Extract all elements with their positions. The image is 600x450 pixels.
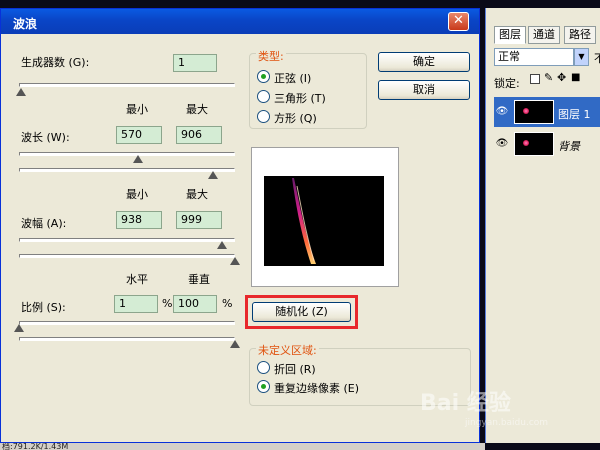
scale-v-input[interactable]: 100 — [173, 295, 217, 313]
layer-name: 图层 1 — [558, 108, 591, 121]
amplitude-min-input[interactable]: 938 — [116, 211, 162, 229]
dialog-title: 波浪 — [13, 17, 38, 31]
layers-panel: 图层 通道 路径 正常 ▼ 不 锁定: ✎ ✥ ■ 👁 图层 1 👁 背景 — [485, 8, 600, 443]
scale-v-unit: % — [222, 297, 233, 310]
eye-icon[interactable]: 👁 — [494, 129, 510, 159]
scale-h-slider-track[interactable] — [19, 321, 235, 325]
tab-channels[interactable]: 通道 — [528, 26, 560, 44]
tab-paths[interactable]: 路径 — [564, 26, 596, 44]
scale-label: 比例 (S): — [21, 301, 66, 314]
chevron-down-icon[interactable]: ▼ — [574, 48, 589, 66]
wavelength-min-slider-thumb[interactable] — [133, 155, 143, 163]
preview-image[interactable] — [264, 176, 384, 266]
radio-triangle[interactable] — [257, 90, 270, 103]
generators-input[interactable]: 1 — [173, 54, 217, 72]
wave-dialog: 波浪 ✕ 生成器数 (G): 1 最小 最大 波长 (W): 570 906 最… — [0, 8, 480, 443]
brush-icon[interactable]: ✎ — [544, 71, 553, 84]
amplitude-label: 波幅 (A): — [21, 217, 67, 230]
undefined-areas-title: 未定义区域: — [256, 342, 319, 358]
radio-wrap-around[interactable] — [257, 361, 270, 374]
tab-layers[interactable]: 图层 — [494, 26, 526, 44]
scale-h-unit: % — [162, 297, 173, 310]
undefined-option-repeat-label: 重复边缘像素 (E) — [274, 382, 360, 395]
wavelength-max-slider-thumb[interactable] — [208, 171, 218, 179]
generators-slider-track[interactable] — [19, 83, 235, 87]
radio-sine[interactable] — [257, 70, 270, 83]
wavelength-min-slider-track[interactable] — [19, 152, 235, 156]
layer-name: 背景 — [558, 140, 580, 153]
watermark-subtext: jingyan.baidu.com — [465, 418, 549, 428]
wavelength-label: 波长 (W): — [21, 131, 70, 144]
status-bar: 档:791.2K/1.43M — [0, 443, 485, 450]
type-group-title: 类型: — [256, 48, 286, 64]
preview-frame — [251, 147, 399, 287]
layer-row[interactable]: 👁 背景 — [494, 129, 600, 159]
lock-transparency-icon[interactable] — [530, 74, 540, 84]
amplitude-min-slider-thumb[interactable] — [217, 241, 227, 249]
scale-h-slider-thumb[interactable] — [14, 324, 24, 332]
ok-button[interactable]: 确定 — [378, 52, 470, 72]
wavelength-min-header: 最小 — [126, 103, 148, 116]
dialog-titlebar[interactable]: 波浪 ✕ — [1, 9, 479, 34]
amplitude-max-input[interactable]: 999 — [176, 211, 222, 229]
generators-slider-thumb[interactable] — [16, 88, 26, 96]
opacity-label: 不 — [594, 52, 600, 65]
layer-row[interactable]: 👁 图层 1 — [494, 97, 600, 127]
blend-mode-select[interactable]: 正常 — [494, 48, 574, 66]
undefined-option-wrap-label: 折回 (R) — [274, 363, 316, 376]
randomize-button[interactable]: 随机化 (Z) — [252, 302, 351, 322]
cancel-button[interactable]: 取消 — [378, 80, 470, 100]
wavelength-max-slider-track[interactable] — [19, 168, 235, 172]
scale-v-header: 垂直 — [188, 273, 210, 286]
scale-v-slider-thumb[interactable] — [230, 340, 240, 348]
amplitude-min-header: 最小 — [126, 188, 148, 201]
lock-label: 锁定: — [494, 77, 520, 90]
radio-square[interactable] — [257, 110, 270, 123]
amplitude-min-slider-track[interactable] — [19, 238, 235, 242]
scale-h-header: 水平 — [126, 273, 148, 286]
scale-h-input[interactable]: 1 — [114, 295, 158, 313]
amplitude-max-header: 最大 — [186, 188, 208, 201]
lock-icon[interactable]: ■ — [571, 72, 580, 83]
wavelength-max-header: 最大 — [186, 103, 208, 116]
layer-thumbnail — [514, 132, 554, 156]
close-button[interactable]: ✕ — [448, 12, 469, 31]
watermark-text: Bai 经验 — [420, 391, 511, 416]
type-option-sine-label: 正弦 (I) — [274, 72, 312, 85]
amplitude-max-slider-track[interactable] — [19, 254, 235, 258]
wavelength-min-input[interactable]: 570 — [116, 126, 162, 144]
type-option-square-label: 方形 (Q) — [274, 112, 317, 125]
layer-thumbnail — [514, 100, 554, 124]
amplitude-max-slider-thumb[interactable] — [230, 257, 240, 265]
type-option-triangle-label: 三角形 (T) — [274, 92, 326, 105]
generators-label: 生成器数 (G): — [21, 56, 90, 69]
eye-icon[interactable]: 👁 — [494, 97, 510, 127]
wave-streak-graphic — [292, 178, 316, 264]
move-icon[interactable]: ✥ — [557, 71, 566, 84]
scale-v-slider-track[interactable] — [19, 337, 235, 341]
radio-repeat-edge[interactable] — [257, 380, 270, 393]
wavelength-max-input[interactable]: 906 — [176, 126, 222, 144]
